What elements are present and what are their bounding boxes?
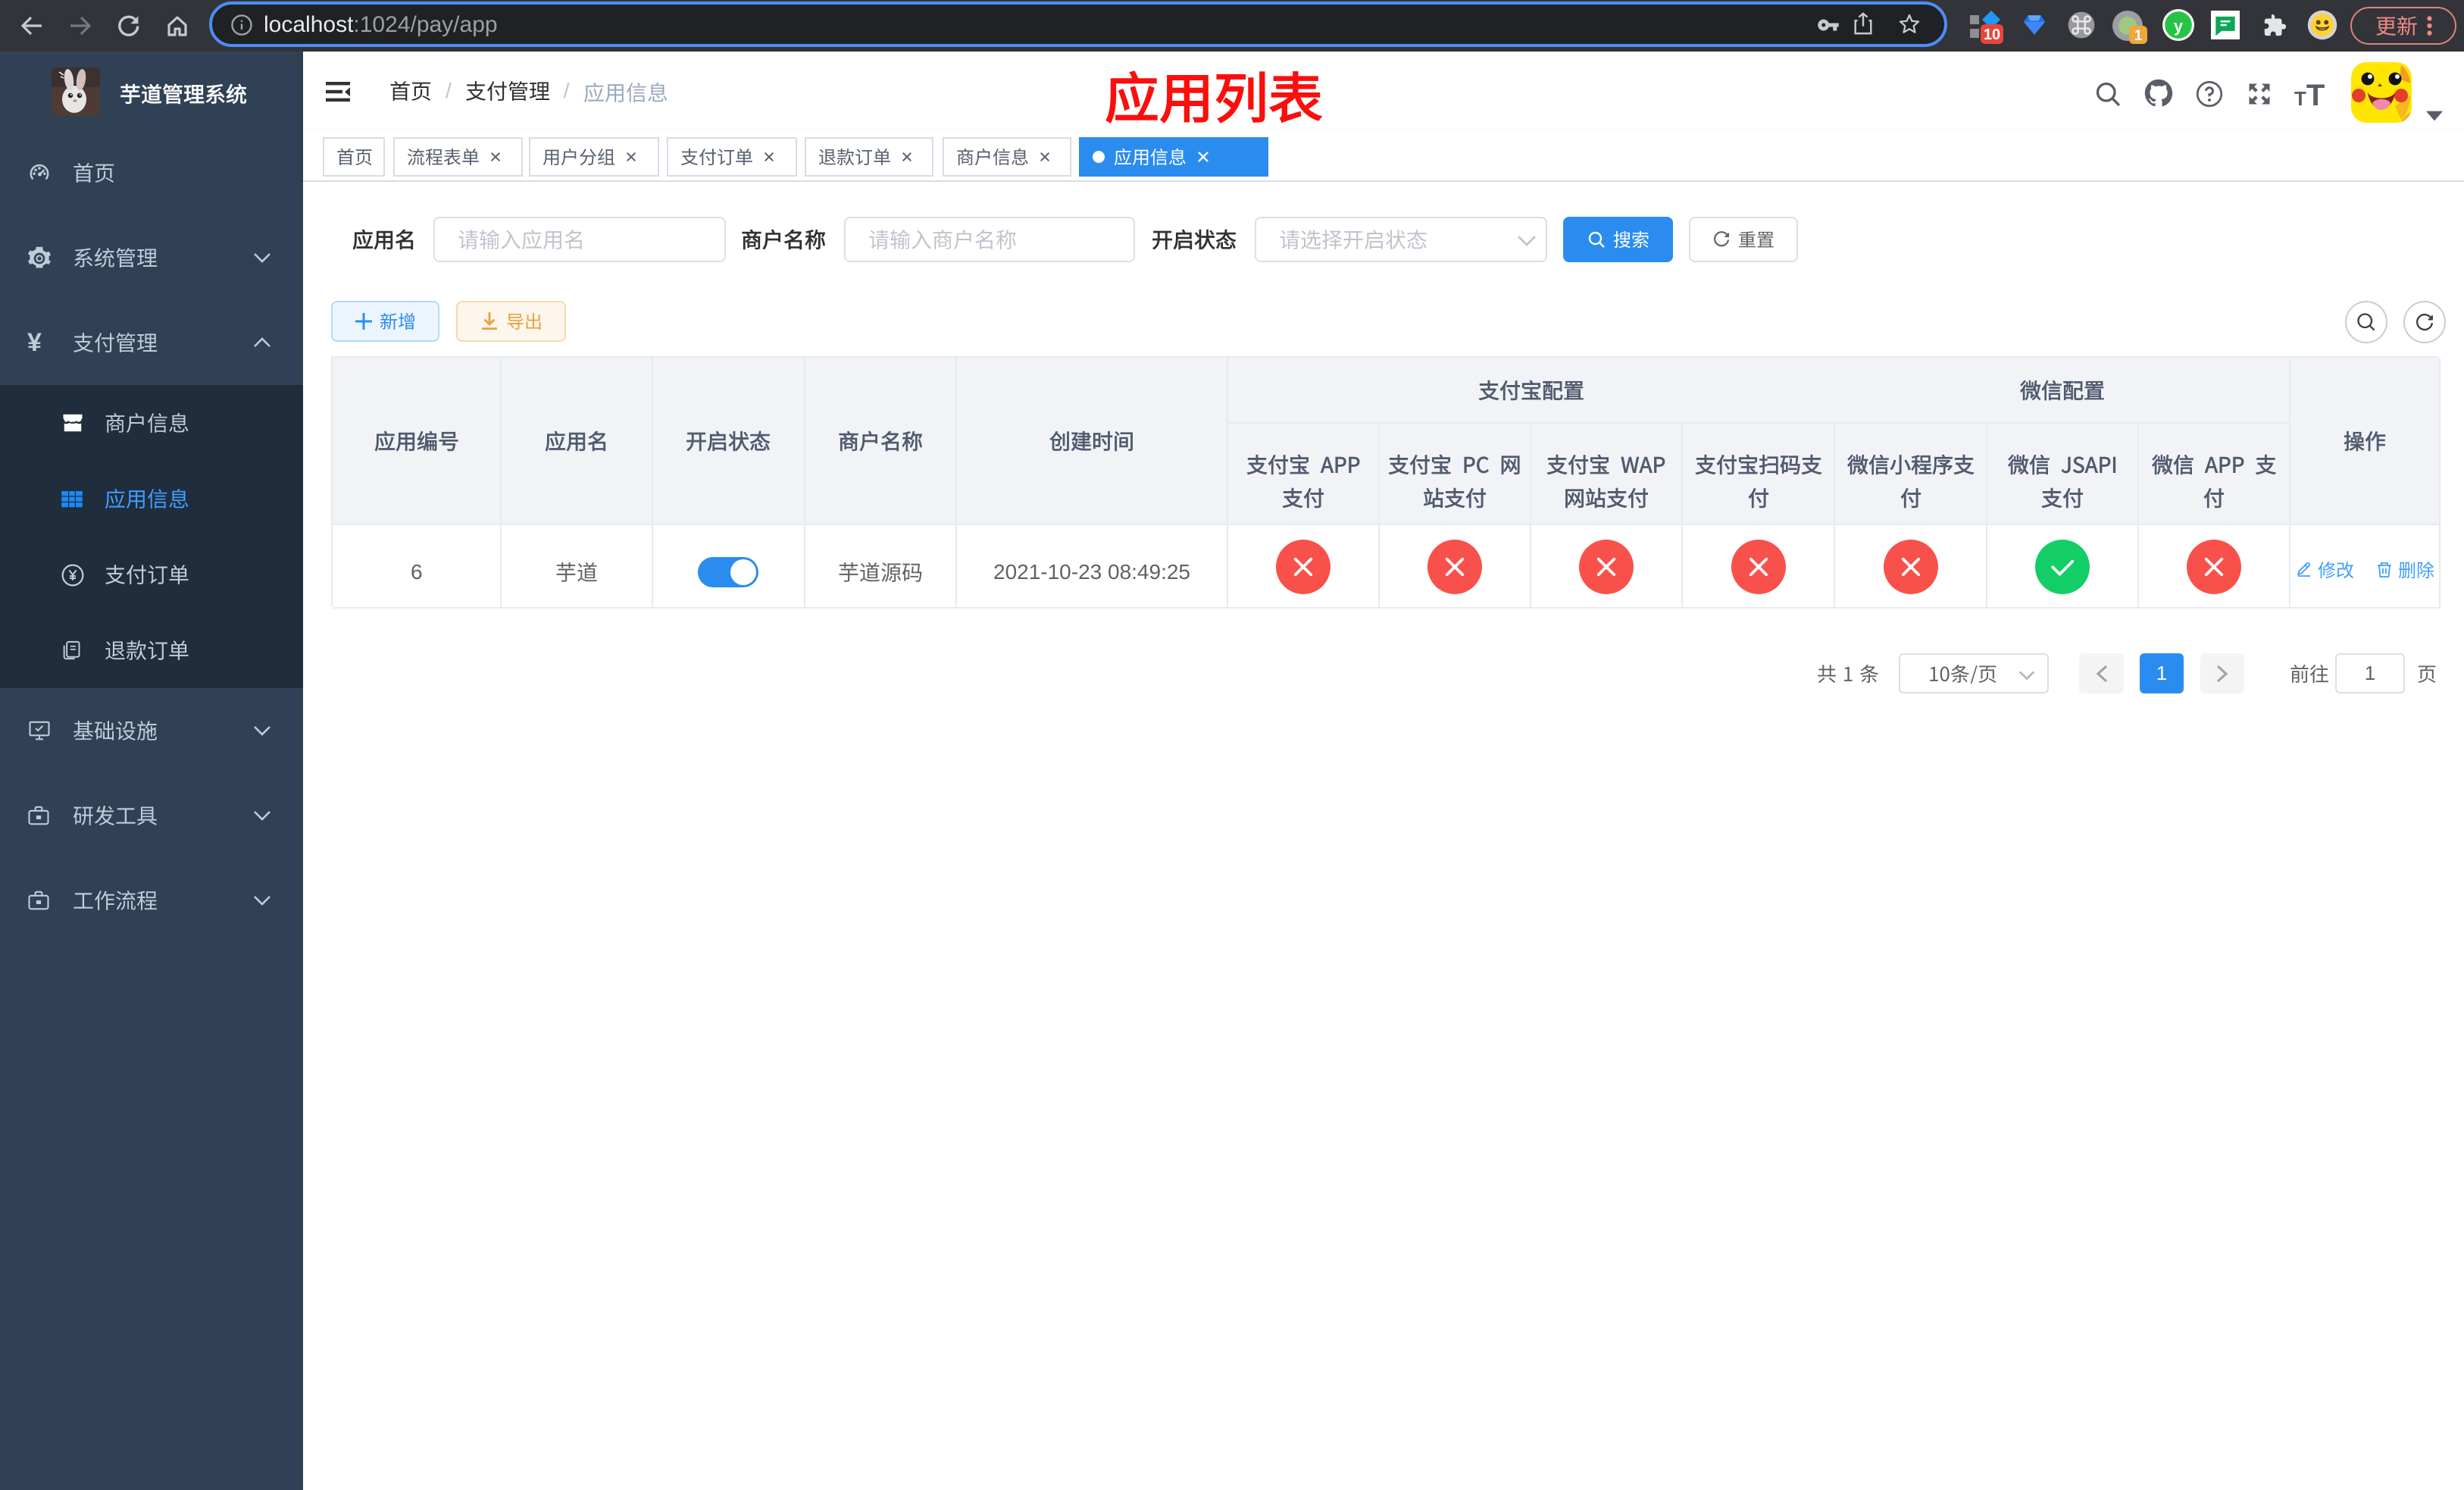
svg-text:1: 1 xyxy=(2134,28,2143,44)
svg-text:y: y xyxy=(2174,17,2184,36)
svg-text:10: 10 xyxy=(1984,27,2000,43)
